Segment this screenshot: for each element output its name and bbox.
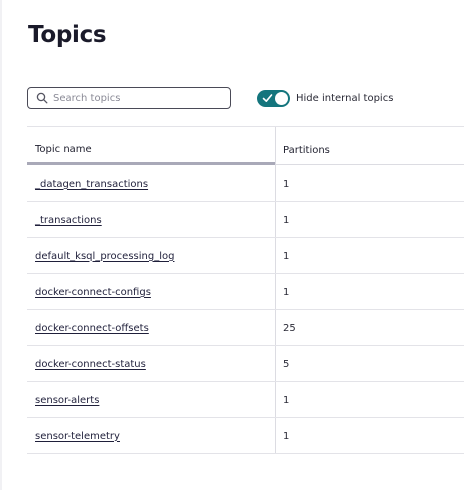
- search-input[interactable]: [53, 92, 213, 104]
- topic-name-cell: _datagen_transactions: [35, 166, 148, 202]
- partitions-cell: 1: [283, 394, 290, 406]
- search-box[interactable]: [27, 87, 231, 109]
- column-header-label: Topic name: [35, 143, 92, 155]
- topic-name-cell: docker-connect-status: [35, 346, 146, 382]
- partitions-cell: 1: [283, 178, 290, 190]
- partitions-cell: 1: [283, 250, 290, 262]
- topic-name-cell: docker-connect-configs: [35, 274, 151, 310]
- topics-page: Topics Hide internal topics Topic name P…: [0, 0, 464, 490]
- left-divider: [0, 0, 2, 490]
- hide-internal-label: Hide internal topics: [296, 93, 394, 104]
- topic-name-cell: sensor-telemetry: [35, 418, 120, 454]
- table-row: _transactions 1: [27, 202, 464, 238]
- partitions-cell: 1: [283, 430, 290, 442]
- topic-link[interactable]: _transactions: [35, 215, 102, 226]
- topic-name-cell: default_ksql_processing_log: [35, 238, 174, 274]
- topic-link[interactable]: docker-connect-offsets: [35, 323, 149, 334]
- table-row: sensor-telemetry 1: [27, 418, 464, 454]
- topic-name-cell: docker-connect-offsets: [35, 310, 149, 346]
- topic-name-cell: _transactions: [35, 202, 102, 238]
- page-title: Topics: [28, 22, 107, 48]
- table-row: _datagen_transactions 1: [27, 166, 464, 202]
- table-row: docker-connect-configs 1: [27, 274, 464, 310]
- partitions-cell: 1: [283, 214, 290, 226]
- partitions-cell: 5: [283, 358, 290, 370]
- topic-link[interactable]: docker-connect-status: [35, 359, 146, 370]
- topic-link[interactable]: _datagen_transactions: [35, 179, 148, 190]
- table-row: docker-connect-status 5: [27, 346, 464, 382]
- partitions-cell: 25: [283, 322, 296, 334]
- search-icon: [36, 92, 48, 104]
- topic-link[interactable]: sensor-alerts: [35, 395, 99, 406]
- check-icon: [262, 94, 273, 102]
- table-header: Topic name Partitions: [27, 127, 464, 165]
- partitions-cell: 1: [283, 286, 290, 298]
- hide-internal-toggle[interactable]: [257, 90, 290, 107]
- table-row: default_ksql_processing_log 1: [27, 238, 464, 274]
- topic-name-cell: sensor-alerts: [35, 382, 99, 418]
- column-header-topic-name[interactable]: Topic name: [27, 127, 275, 165]
- hide-internal-toggle-group: Hide internal topics: [257, 90, 393, 107]
- toggle-knob: [275, 92, 288, 105]
- topic-link[interactable]: docker-connect-configs: [35, 287, 151, 298]
- column-header-label: Partitions: [283, 144, 330, 156]
- table-row: sensor-alerts 1: [27, 382, 464, 418]
- table-row: docker-connect-offsets 25: [27, 310, 464, 346]
- table-body: _datagen_transactions 1 _transactions 1 …: [27, 166, 464, 454]
- topic-link[interactable]: default_ksql_processing_log: [35, 251, 174, 262]
- topic-link[interactable]: sensor-telemetry: [35, 431, 120, 442]
- column-header-partitions[interactable]: Partitions: [275, 127, 464, 165]
